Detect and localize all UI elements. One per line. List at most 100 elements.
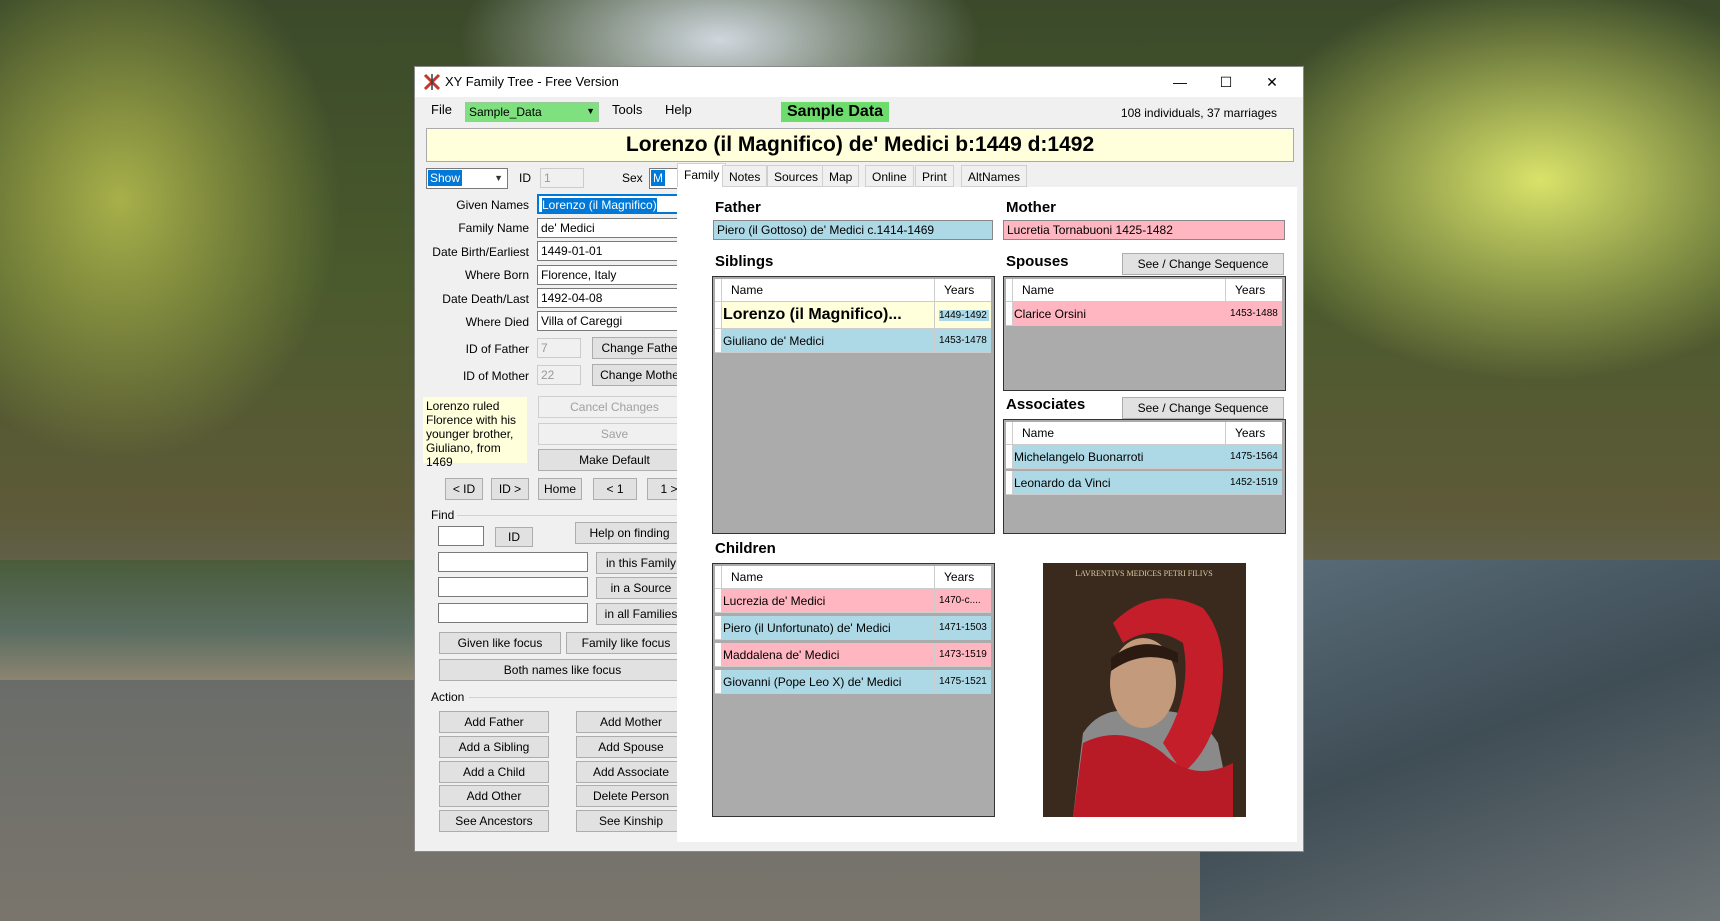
tab-altnames[interactable]: AltNames — [961, 165, 1028, 187]
id-mother-field[interactable]: 22 — [537, 365, 581, 385]
id-father-field[interactable]: 7 — [537, 338, 581, 358]
sibling-name: Lorenzo (il Magnifico)... — [723, 306, 902, 323]
spouse-row[interactable]: Clarice Orsini 1453-1488 — [1006, 302, 1282, 326]
find-family-input[interactable] — [438, 552, 588, 572]
add-other-button[interactable]: Add Other — [439, 785, 549, 807]
person-title: Lorenzo (il Magnifico) de' Medici b:1449… — [426, 128, 1294, 162]
add-sibling-button[interactable]: Add a Sibling — [439, 736, 549, 758]
id-field[interactable]: 1 — [540, 168, 584, 188]
siblings-grid: Name Years Lorenzo (il Magnifico)... 144… — [712, 276, 995, 534]
date-birth-input[interactable]: 1449-01-01 — [537, 241, 691, 261]
mother-heading: Mother — [1006, 199, 1056, 216]
find-in-source-button[interactable]: in a Source — [596, 577, 686, 599]
date-death-label: Date Death/Last — [442, 292, 529, 306]
spouses-header: Name Years — [1006, 279, 1282, 302]
associates-grid: Name Years Michelangelo Buonarroti 1475-… — [1003, 419, 1286, 534]
see-kinship-button[interactable]: See Kinship — [576, 810, 686, 832]
spouses-col-years: Years — [1235, 283, 1266, 297]
child-row[interactable]: Maddalena de' Medici 1473-1519 — [715, 643, 991, 667]
spouse-years: 1453-1488 — [1230, 308, 1278, 319]
siblings-header: Name Years — [715, 279, 991, 302]
menu-help[interactable]: Help — [665, 102, 692, 117]
associates-heading: Associates — [1006, 396, 1086, 413]
child-row[interactable]: Piero (il Unfortunato) de' Medici 1471-1… — [715, 616, 991, 640]
find-group-divider — [457, 515, 691, 516]
add-spouse-button[interactable]: Add Spouse — [576, 736, 686, 758]
tab-map[interactable]: Map — [822, 165, 860, 187]
sibling-years: 1449-1492 — [939, 310, 989, 321]
father-field[interactable]: Piero (il Gottoso) de' Medici c.1414-146… — [713, 220, 993, 240]
chevron-down-icon: ▼ — [586, 106, 595, 116]
home-button[interactable]: Home — [538, 478, 582, 500]
given-names-value: Lorenzo (il Magnifico) — [542, 198, 657, 212]
add-associate-button[interactable]: Add Associate — [576, 761, 686, 783]
siblings-col-name: Name — [731, 283, 764, 297]
database-select[interactable]: Sample_Data ▼ — [465, 102, 599, 122]
add-child-button[interactable]: Add a Child — [439, 761, 549, 783]
sibling-row[interactable]: Giuliano de' Medici 1453-1478 — [715, 329, 991, 353]
given-like-focus-button[interactable]: Given like focus — [439, 632, 561, 654]
associate-row[interactable]: Michelangelo Buonarroti 1475-1564 — [1006, 445, 1282, 469]
sex-label: Sex — [622, 171, 643, 185]
menu-tools[interactable]: Tools — [612, 102, 642, 117]
where-born-input[interactable]: Florence, Italy — [537, 265, 691, 285]
child-row[interactable]: Lucrezia de' Medici 1470-c.... — [715, 589, 991, 613]
spouses-grid: Name Years Clarice Orsini 1453-1488 — [1003, 276, 1286, 391]
mother-field[interactable]: Lucretia Tornabuoni 1425-1482 — [1003, 220, 1285, 240]
find-in-all-button[interactable]: in all Families — [596, 603, 686, 625]
find-in-family-button[interactable]: in this Family — [596, 552, 686, 574]
associates-see-change-sequence-button[interactable]: See / Change Sequence — [1122, 397, 1284, 419]
find-group-label: Find — [431, 508, 455, 522]
close-button[interactable]: ✕ — [1249, 67, 1295, 97]
where-died-input[interactable]: Villa of Careggi — [537, 311, 691, 331]
children-grid: Name Years Lucrezia de' Medici 1470-c...… — [712, 563, 995, 817]
menu-file[interactable]: File — [431, 102, 452, 117]
family-like-focus-button[interactable]: Family like focus — [566, 632, 686, 654]
add-father-button[interactable]: Add Father — [439, 711, 549, 733]
tab-notes[interactable]: Notes — [722, 165, 768, 187]
make-default-button[interactable]: Make Default — [538, 449, 691, 471]
child-years: 1471-1503 — [939, 622, 987, 633]
next-id-button[interactable]: ID > — [491, 478, 529, 500]
help-on-finding-button[interactable]: Help on finding — [575, 522, 684, 544]
family-name-input[interactable]: de' Medici — [537, 218, 691, 238]
find-all-input[interactable] — [438, 603, 588, 623]
find-id-button[interactable]: ID — [495, 527, 533, 547]
delete-person-button[interactable]: Delete Person — [576, 785, 686, 807]
spouses-see-change-sequence-button[interactable]: See / Change Sequence — [1122, 253, 1284, 275]
associate-row[interactable]: Leonardo da Vinci 1452-1519 — [1006, 471, 1282, 495]
cancel-changes-button[interactable]: Cancel Changes — [538, 396, 691, 418]
sample-data-badge: Sample Data — [781, 102, 890, 122]
tab-print[interactable]: Print — [915, 165, 954, 187]
children-col-years: Years — [944, 570, 975, 584]
id-label: ID — [519, 171, 531, 185]
children-col-name: Name — [731, 570, 764, 584]
both-names-like-focus-button[interactable]: Both names like focus — [439, 659, 686, 681]
prev-id-button[interactable]: < ID — [445, 478, 483, 500]
sibling-row[interactable]: Lorenzo (il Magnifico)... 1449-1492 — [715, 302, 991, 329]
add-mother-button[interactable]: Add Mother — [576, 711, 686, 733]
child-name: Giovanni (Pope Leo X) de' Medici — [723, 675, 902, 689]
save-button[interactable]: Save — [538, 423, 691, 445]
find-source-input[interactable] — [438, 577, 588, 597]
see-ancestors-button[interactable]: See Ancestors — [439, 810, 549, 832]
tab-sources[interactable]: Sources — [767, 165, 826, 187]
prev-one-button[interactable]: < 1 — [593, 478, 637, 500]
tab-family[interactable]: Family — [677, 163, 727, 187]
chevron-down-icon: ▼ — [494, 173, 503, 183]
father-heading: Father — [715, 199, 761, 216]
date-death-input[interactable]: 1492-04-08 — [537, 288, 691, 308]
associate-years: 1475-1564 — [1230, 451, 1278, 462]
child-row[interactable]: Giovanni (Pope Leo X) de' Medici 1475-15… — [715, 670, 991, 694]
action-group-label: Action — [431, 690, 465, 704]
find-id-input[interactable] — [438, 526, 484, 546]
maximize-button[interactable]: ☐ — [1203, 67, 1249, 97]
sibling-name: Giuliano de' Medici — [723, 334, 825, 348]
given-names-input[interactable]: Lorenzo (il Magnifico) — [537, 194, 691, 214]
show-select[interactable]: Show ▼ — [426, 168, 508, 189]
child-name: Piero (il Unfortunato) de' Medici — [723, 621, 891, 635]
show-value: Show — [428, 170, 463, 186]
record-counts: 108 individuals, 37 marriages — [1120, 106, 1277, 120]
tab-online[interactable]: Online — [865, 165, 914, 187]
minimize-button[interactable]: — — [1157, 67, 1203, 97]
